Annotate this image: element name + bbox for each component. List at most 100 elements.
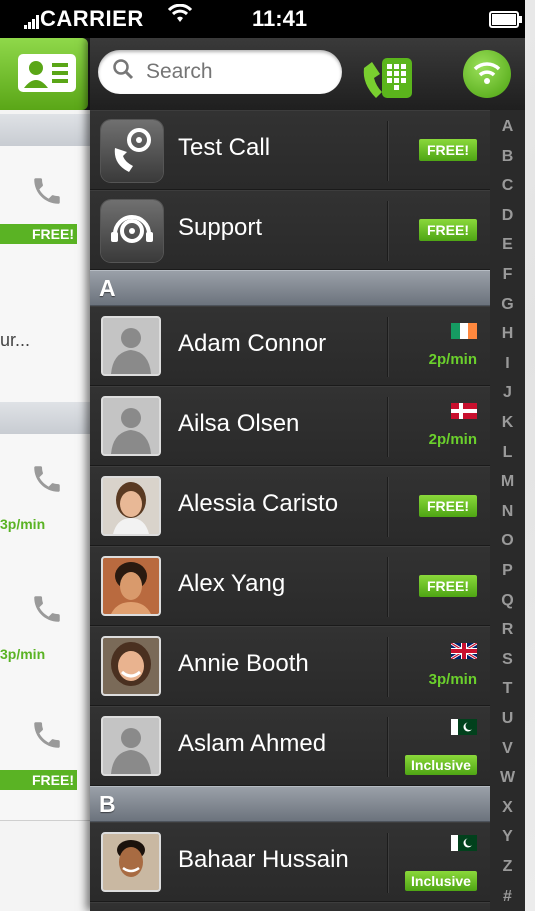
avatar-placeholder bbox=[101, 396, 161, 456]
index-letter[interactable]: T bbox=[490, 680, 525, 698]
avatar-photo bbox=[101, 636, 161, 696]
avatar-placeholder bbox=[101, 716, 161, 776]
index-letter[interactable]: Q bbox=[490, 592, 525, 610]
free-badge: FREE! bbox=[419, 575, 477, 597]
side-panel-peek: FREE! ur... 3p/min 3p/min FREE! bbox=[0, 38, 90, 911]
avatar-photo bbox=[101, 832, 161, 892]
index-letter[interactable]: N bbox=[490, 503, 525, 521]
contact-name: Ailsa Olsen bbox=[178, 410, 300, 437]
list-item-contact[interactable]: Adam Connor 2p/min bbox=[90, 306, 490, 386]
ireland-flag-icon bbox=[451, 323, 477, 339]
peek-section-header bbox=[0, 402, 90, 434]
peek-section-header bbox=[0, 114, 90, 146]
dialpad-button[interactable] bbox=[360, 48, 418, 98]
contact-name: Aslam Ahmed bbox=[178, 730, 327, 757]
phone-screen: CARRIER 11:41 FREE! ur... 3p/min 3p/min … bbox=[0, 0, 525, 911]
list-item-contact[interactable]: Bahaar Hussain Inclusive bbox=[90, 822, 490, 902]
index-letter[interactable]: J bbox=[490, 384, 525, 402]
index-letter[interactable]: E bbox=[490, 236, 525, 254]
phone-icon bbox=[30, 592, 64, 635]
phone-icon bbox=[30, 462, 64, 505]
section-letter: A bbox=[99, 275, 116, 301]
contact-name: Support bbox=[178, 214, 263, 241]
list-item-contact[interactable]: Annie Booth 3p/min bbox=[90, 626, 490, 706]
index-letter[interactable]: K bbox=[490, 414, 525, 432]
index-letter[interactable]: X bbox=[490, 799, 525, 817]
list-item-contact[interactable]: Ailsa Olsen 2p/min bbox=[90, 386, 490, 466]
divider bbox=[387, 121, 388, 181]
list-item-contact[interactable] bbox=[90, 902, 490, 911]
index-letter[interactable]: C bbox=[490, 177, 525, 195]
index-letter[interactable]: M bbox=[490, 473, 525, 491]
wifi-status-icon bbox=[167, 3, 193, 30]
index-letter[interactable]: U bbox=[490, 710, 525, 728]
index-letter[interactable]: Y bbox=[490, 828, 525, 846]
clock: 11:41 bbox=[252, 6, 308, 31]
top-toolbar bbox=[90, 38, 525, 110]
index-letter[interactable]: Z bbox=[490, 858, 525, 876]
contact-name: Alex Yang bbox=[178, 570, 286, 597]
index-letter[interactable]: O bbox=[490, 532, 525, 550]
index-letter[interactable]: D bbox=[490, 207, 525, 225]
status-bar: CARRIER 11:41 bbox=[0, 0, 525, 38]
divider bbox=[387, 717, 388, 777]
index-letter[interactable]: F bbox=[490, 266, 525, 284]
index-letter[interactable]: L bbox=[490, 444, 525, 462]
pakistan-flag-icon bbox=[451, 835, 477, 851]
index-letter[interactable]: V bbox=[490, 740, 525, 758]
index-letter[interactable]: I bbox=[490, 355, 525, 373]
free-badge: FREE! bbox=[419, 219, 477, 241]
free-badge: FREE! bbox=[0, 770, 77, 790]
index-letter[interactable]: B bbox=[490, 148, 525, 166]
search-bar[interactable] bbox=[98, 50, 342, 94]
index-letter[interactable]: W bbox=[490, 769, 525, 787]
inclusive-badge: Inclusive bbox=[405, 871, 477, 891]
divider bbox=[387, 317, 388, 377]
list-item-support[interactable]: Support FREE! bbox=[90, 190, 490, 270]
contacts-menu-button[interactable] bbox=[0, 38, 88, 110]
uk-flag-icon bbox=[451, 643, 477, 659]
index-letter[interactable]: H bbox=[490, 325, 525, 343]
rate-text: 3p/min bbox=[0, 646, 46, 662]
peek-row[interactable]: ur... bbox=[0, 274, 90, 403]
list-item-test-call[interactable]: Test Call FREE! bbox=[90, 110, 490, 190]
peek-row[interactable]: 3p/min bbox=[0, 434, 90, 565]
search-input[interactable] bbox=[144, 56, 328, 88]
rate-text: 3p/min bbox=[0, 516, 46, 532]
peek-row[interactable]: FREE! bbox=[0, 146, 90, 275]
peek-text: ur... bbox=[0, 330, 31, 350]
peek-row[interactable]: 3p/min bbox=[0, 564, 90, 693]
index-letter[interactable]: G bbox=[490, 296, 525, 314]
index-letter[interactable]: S bbox=[490, 651, 525, 669]
list-item-contact[interactable]: Alex Yang FREE! bbox=[90, 546, 490, 626]
signal-icon bbox=[24, 9, 40, 35]
inclusive-badge: Inclusive bbox=[405, 755, 477, 775]
divider bbox=[387, 637, 388, 697]
phone-icon bbox=[30, 718, 64, 761]
index-letter[interactable]: P bbox=[490, 562, 525, 580]
battery-icon bbox=[489, 11, 522, 28]
contact-name: Test Call bbox=[178, 134, 271, 161]
peek-row[interactable]: FREE! bbox=[0, 692, 90, 821]
index-letter[interactable]: A bbox=[490, 118, 525, 136]
index-letter[interactable]: R bbox=[490, 621, 525, 639]
divider bbox=[387, 477, 388, 537]
section-letter: B bbox=[99, 791, 116, 817]
wifi-call-button[interactable] bbox=[463, 50, 511, 98]
divider bbox=[387, 557, 388, 617]
call-rate: 2p/min bbox=[428, 431, 477, 448]
list-item-contact[interactable]: Aslam Ahmed Inclusive bbox=[90, 706, 490, 786]
avatar-photo bbox=[101, 556, 161, 616]
support-headset-icon bbox=[101, 200, 163, 262]
contact-card-icon bbox=[18, 54, 76, 92]
test-call-icon bbox=[101, 120, 163, 182]
avatar-placeholder bbox=[101, 316, 161, 376]
dialpad-icon bbox=[360, 54, 418, 113]
section-header-b: B bbox=[90, 786, 490, 822]
index-letter[interactable]: # bbox=[490, 888, 525, 906]
free-badge: FREE! bbox=[0, 224, 77, 244]
list-item-contact[interactable]: Alessia Caristo FREE! bbox=[90, 466, 490, 546]
call-rate: 3p/min bbox=[428, 671, 477, 688]
divider bbox=[387, 397, 388, 457]
free-badge: FREE! bbox=[419, 495, 477, 517]
